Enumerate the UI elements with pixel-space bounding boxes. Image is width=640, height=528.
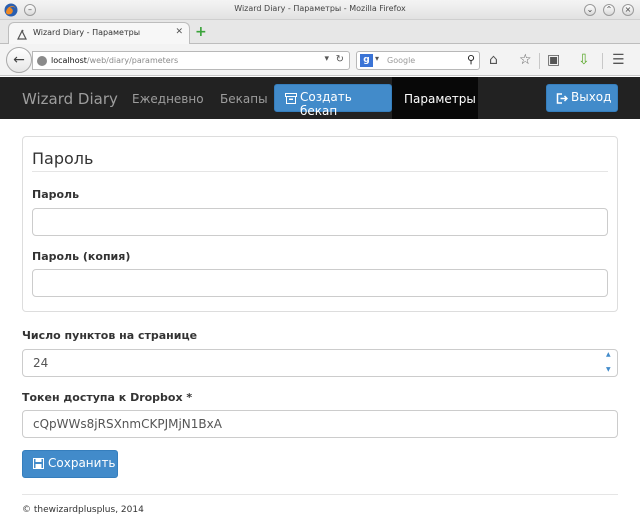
url-host: localhost [51, 56, 87, 65]
hamburger-menu-icon[interactable]: ☰ [612, 52, 625, 68]
search-engine-dropdown-icon[interactable]: ▾ [375, 54, 379, 63]
nav-item-parameters-label: Параметры [404, 92, 476, 106]
items-per-page-input[interactable] [22, 349, 618, 377]
tab-title: Wizard Diary - Параметры [33, 28, 141, 37]
url-bar[interactable]: localhost/web/diary/parameters ▾ ↻ [32, 51, 350, 70]
url-history-dropdown-icon[interactable]: ▾ [324, 54, 329, 64]
dropbox-token-input[interactable] [22, 410, 618, 438]
password-input[interactable] [32, 208, 608, 236]
save-button[interactable]: Сохранить [22, 450, 118, 478]
browser-toolbar: localhost/web/diary/parameters ▾ ↻ ← g ▾… [0, 44, 640, 76]
search-bar[interactable]: g ▾ Google ⚲ [356, 51, 480, 70]
create-backup-button[interactable]: Создать бекап [274, 84, 392, 118]
spinner-up-icon[interactable]: ▲ [606, 351, 611, 358]
nav-item-parameters[interactable]: Параметры [392, 77, 478, 119]
toolbar-separator [539, 53, 540, 69]
url-text: localhost/web/diary/parameters [51, 56, 178, 65]
search-placeholder: Google [387, 56, 416, 65]
footer-copyright: © thewizardplusplus, 2014 [22, 505, 144, 515]
back-arrow-icon: ← [13, 52, 25, 68]
url-path: /web/diary/parameters [86, 56, 179, 65]
nav-item-daily[interactable]: Ежедневно [132, 92, 204, 106]
minimize-icon: ⌄ [586, 5, 594, 14]
site-navbar: Wizard Diary Ежедневно Бекапы Создать бе… [0, 77, 640, 119]
binoculars-icon[interactable]: ⚲ [467, 53, 475, 66]
new-tab-icon[interactable]: + [195, 25, 207, 39]
create-backup-label: Создать бекап [300, 90, 352, 118]
minimize-button[interactable]: ⌄ [584, 4, 596, 16]
save-label: Сохранить [48, 456, 116, 470]
dropbox-token-label: Токен доступа к Dropbox * [22, 391, 193, 404]
site-identity-icon[interactable] [37, 56, 47, 66]
tab-close-icon[interactable]: ✕ [175, 27, 183, 37]
close-window-button[interactable]: × [622, 4, 634, 16]
password-label: Пароль [32, 188, 80, 201]
maximize-button[interactable]: ⌃ [603, 4, 615, 16]
spinner-down-icon[interactable]: ▼ [606, 366, 611, 373]
password-legend: Пароль [32, 149, 94, 168]
bookmarks-menu-icon[interactable]: ▣ [547, 52, 560, 68]
maximize-icon: ⌃ [605, 5, 613, 14]
back-button[interactable]: ← [6, 47, 32, 73]
toolbar-separator [602, 53, 603, 69]
google-engine-icon[interactable]: g [360, 54, 373, 67]
bookmark-star-icon[interactable]: ☆ [519, 52, 532, 68]
reload-icon[interactable]: ↻ [336, 54, 344, 65]
downloads-icon[interactable]: ⇩ [578, 52, 590, 68]
password-repeat-label: Пароль (копия) [32, 250, 131, 263]
window-title: Wizard Diary - Параметры - Mozilla Firef… [234, 4, 406, 13]
archive-icon [285, 93, 297, 104]
browser-tab[interactable]: Wizard Diary - Параметры ✕ [8, 22, 190, 45]
window-titlebar: – Wizard Diary - Параметры - Mozilla Fir… [0, 0, 640, 20]
home-icon[interactable]: ⌂ [489, 52, 498, 68]
logout-button[interactable]: Выход [546, 84, 618, 112]
close-icon: × [624, 5, 632, 14]
floppy-disk-icon [33, 458, 44, 469]
items-per-page-label: Число пунктов на странице [22, 329, 198, 342]
nav-item-backups[interactable]: Бекапы [220, 92, 268, 106]
site-brand[interactable]: Wizard Diary [22, 90, 118, 108]
password-repeat-input[interactable] [32, 269, 608, 297]
footer-divider [22, 494, 618, 495]
logout-icon [556, 93, 568, 104]
tab-strip: Wizard Diary - Параметры ✕ + [0, 20, 640, 45]
logout-label: Выход [571, 90, 612, 104]
wizard-favicon-icon [17, 29, 27, 40]
legend-divider [32, 171, 608, 172]
